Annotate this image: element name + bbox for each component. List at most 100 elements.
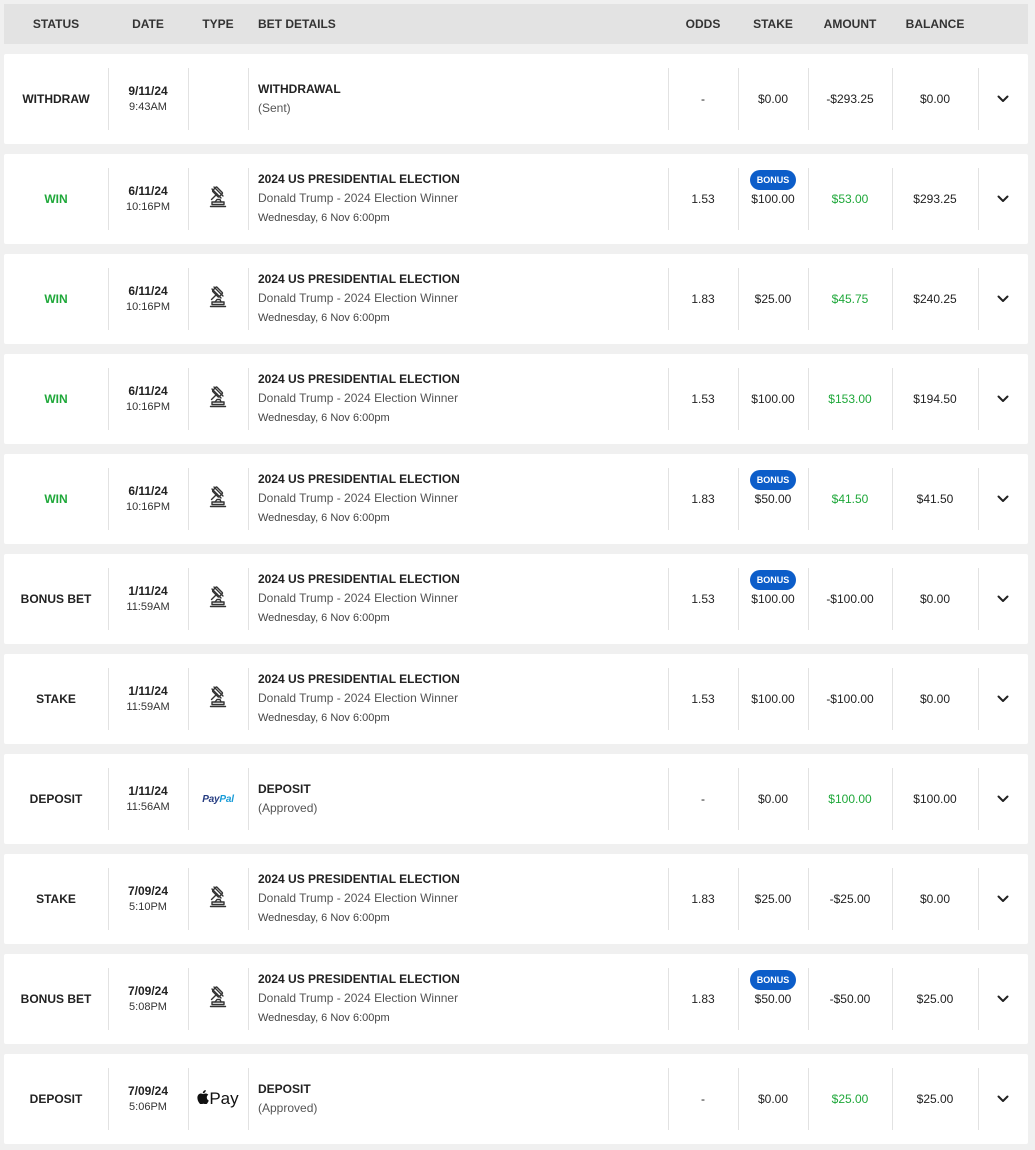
transaction-row[interactable]: WIN 6/11/24 10:16PM 2024 US PRESIDENTIAL EL… bbox=[4, 454, 1028, 544]
stake-cell: $25.00 bbox=[738, 854, 808, 944]
stake-cell: $25.00 bbox=[738, 254, 808, 344]
header-amount: AMOUNT bbox=[823, 17, 877, 31]
bet-title: 2024 US PRESIDENTIAL ELECTION bbox=[258, 871, 460, 886]
expand-button[interactable] bbox=[978, 654, 1028, 744]
transaction-row[interactable]: DEPOSIT 1/11/24 11:56AM PayPal DEPOSIT (Appro… bbox=[4, 754, 1028, 844]
date-value: 7/09/24 bbox=[127, 1084, 169, 1098]
transaction-row[interactable]: BONUS BET 7/09/24 5:08PM 2024 US PRESIDENTI… bbox=[4, 954, 1028, 1044]
bet-title: DEPOSIT bbox=[258, 782, 311, 796]
header-status: STATUS bbox=[32, 17, 80, 31]
chevron-down-icon bbox=[997, 90, 1009, 108]
transaction-row[interactable]: STAKE 7/09/24 5:10PM 2024 US PRESIDENTIAL E… bbox=[4, 854, 1028, 944]
bet-subtitle: Donald Trump - 2024 Election Winner bbox=[258, 690, 459, 705]
gavel-icon bbox=[208, 685, 228, 713]
date-value: 6/11/24 bbox=[128, 284, 168, 298]
odds-value: 1.83 bbox=[691, 492, 715, 506]
bet-title: 2024 US PRESIDENTIAL ELECTION bbox=[258, 671, 460, 686]
odds-value: - bbox=[701, 1092, 705, 1106]
transaction-row[interactable]: WITHDRAW 9/11/24 9:43AM WITHDRAWAL (Sent) - $0… bbox=[4, 54, 1028, 144]
event-time: Wednesday, 6 Nov 6:00pm bbox=[258, 711, 390, 724]
divider bbox=[248, 968, 249, 1030]
expand-button[interactable] bbox=[978, 454, 1028, 544]
chevron-down-icon bbox=[997, 390, 1009, 408]
amount-value: -$293.25 bbox=[826, 92, 874, 106]
bet-details-cell: 2024 US PRESIDENTIAL ELECTION Donald Trum… bbox=[258, 254, 666, 344]
transaction-row[interactable]: STAKE 1/11/24 11:59AM 2024 US PRESIDENTIAL … bbox=[4, 654, 1028, 744]
date-cell: 9/11/24 9:43AM bbox=[108, 54, 188, 144]
stake-value: $100.00 bbox=[751, 392, 795, 406]
event-time: Wednesday, 6 Nov 6:00pm bbox=[258, 911, 390, 924]
status-label: STAKE bbox=[36, 892, 76, 906]
gavel-icon bbox=[208, 185, 228, 213]
amount-value: $53.00 bbox=[831, 192, 869, 206]
type-cell bbox=[188, 454, 248, 544]
bet-subtitle: Donald Trump - 2024 Election Winner bbox=[258, 890, 459, 905]
stake-value: $100.00 bbox=[751, 692, 795, 706]
bet-title: 2024 US PRESIDENTIAL ELECTION bbox=[258, 571, 460, 586]
transaction-row[interactable]: WIN 6/11/24 10:16PM 2024 US PRESIDENTIAL EL… bbox=[4, 354, 1028, 444]
bet-details-cell: 2024 US PRESIDENTIAL ELECTION Donald Trum… bbox=[258, 354, 666, 444]
chevron-down-icon bbox=[997, 890, 1009, 908]
date-value: 6/11/24 bbox=[128, 184, 168, 198]
bet-details-cell: 2024 US PRESIDENTIAL ELECTION Donald Trum… bbox=[258, 154, 666, 244]
event-time: Wednesday, 6 Nov 6:00pm bbox=[258, 211, 390, 224]
stake-cell: BONUS $50.00 bbox=[738, 954, 808, 1044]
bet-details-cell: WITHDRAWAL (Sent) bbox=[258, 54, 666, 144]
type-cell bbox=[188, 554, 248, 644]
chevron-down-icon bbox=[997, 790, 1009, 808]
bet-subtitle: Donald Trump - 2024 Election Winner bbox=[258, 390, 459, 405]
transactions-list: WITHDRAW 9/11/24 9:43AM WITHDRAWAL (Sent) - $0… bbox=[4, 54, 1028, 1150]
transaction-row[interactable]: WIN 6/11/24 10:16PM 2024 US PRESIDENTIAL EL… bbox=[4, 154, 1028, 244]
bet-details-cell: 2024 US PRESIDENTIAL ELECTION Donald Trum… bbox=[258, 554, 666, 644]
expand-button[interactable] bbox=[978, 754, 1028, 844]
expand-button[interactable] bbox=[978, 954, 1028, 1044]
expand-button[interactable] bbox=[978, 854, 1028, 944]
transaction-row[interactable]: BONUS BET 1/11/24 11:59AM 2024 US PRESIDENT… bbox=[4, 554, 1028, 644]
odds-value: 1.53 bbox=[691, 692, 715, 706]
status-label: WIN bbox=[44, 192, 68, 206]
expand-button[interactable] bbox=[978, 154, 1028, 244]
bet-details-cell: DEPOSIT (Approved) bbox=[258, 754, 666, 844]
amount-value: $100.00 bbox=[828, 792, 872, 806]
table-header: STATUS DATE TYPE BET DETAILS ODDS STAKE … bbox=[4, 4, 1028, 44]
divider bbox=[248, 768, 249, 830]
expand-button[interactable] bbox=[978, 554, 1028, 644]
gavel-icon bbox=[208, 585, 228, 613]
balance-value: $0.00 bbox=[919, 92, 951, 106]
apple-pay-logo: Pay bbox=[197, 1089, 239, 1109]
odds-value: - bbox=[701, 92, 705, 106]
gavel-icon bbox=[208, 385, 228, 413]
divider bbox=[248, 268, 249, 330]
stake-value: $25.00 bbox=[754, 292, 792, 306]
event-time: Wednesday, 6 Nov 6:00pm bbox=[258, 611, 390, 624]
amount-value: -$25.00 bbox=[829, 892, 871, 906]
expand-button[interactable] bbox=[978, 54, 1028, 144]
event-time: Wednesday, 6 Nov 6:00pm bbox=[258, 411, 390, 424]
date-value: 7/09/24 bbox=[127, 884, 169, 898]
date-cell: 1/11/24 11:56AM bbox=[108, 754, 188, 844]
divider bbox=[248, 868, 249, 930]
balance-value: $100.00 bbox=[913, 792, 957, 806]
bet-title: WITHDRAWAL bbox=[258, 82, 341, 96]
transaction-row[interactable]: WIN 6/11/24 10:16PM 2024 US PRESIDENTIAL EL… bbox=[4, 254, 1028, 344]
stake-cell: $0.00 bbox=[738, 754, 808, 844]
time-value: 10:16PM bbox=[125, 301, 171, 313]
stake-value: $100.00 bbox=[751, 192, 795, 206]
status-label: DEPOSIT bbox=[29, 792, 83, 806]
odds-value: 1.83 bbox=[691, 292, 715, 306]
time-value: 11:59AM bbox=[126, 601, 170, 613]
date-cell: 6/11/24 10:16PM bbox=[108, 254, 188, 344]
stake-cell: $0.00 bbox=[738, 1054, 808, 1144]
expand-button[interactable] bbox=[978, 254, 1028, 344]
date-cell: 7/09/24 5:10PM bbox=[108, 854, 188, 944]
status-label: WITHDRAW bbox=[22, 92, 90, 106]
header-odds: ODDS bbox=[685, 17, 721, 31]
expand-button[interactable] bbox=[978, 354, 1028, 444]
bet-details-cell: 2024 US PRESIDENTIAL ELECTION Donald Trum… bbox=[258, 654, 666, 744]
transaction-row[interactable]: DEPOSIT 7/09/24 5:06PM Pay DEPOSIT (Approved)… bbox=[4, 1054, 1028, 1144]
amount-value: $45.75 bbox=[831, 292, 869, 306]
date-cell: 1/11/24 11:59AM bbox=[108, 654, 188, 744]
stake-value: $100.00 bbox=[751, 592, 795, 606]
expand-button[interactable] bbox=[978, 1054, 1028, 1144]
type-cell: PayPal bbox=[188, 754, 248, 844]
